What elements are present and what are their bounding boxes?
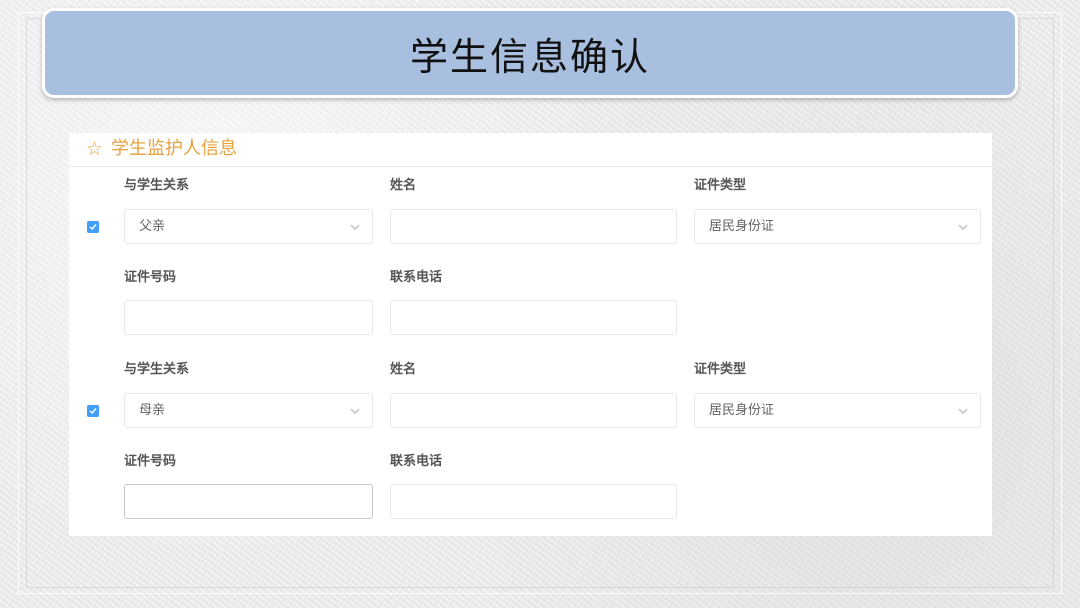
phone-label: 联系电话: [390, 454, 443, 469]
phone-input[interactable]: [390, 300, 677, 335]
chevron-down-icon: [958, 224, 968, 230]
title-banner: 学生信息确认: [42, 8, 1018, 98]
star-outline-icon: ☆: [86, 138, 104, 160]
relation-select-value: 父亲: [139, 219, 166, 234]
guardian-info-panel: ☆ 学生监护人信息 与学生关系 姓名 证件类型 父亲 居民身份证 证件号码 联系…: [69, 133, 992, 536]
id-type-select[interactable]: 居民身份证: [694, 393, 981, 428]
name-label: 姓名: [390, 362, 417, 377]
id-number-input[interactable]: [124, 300, 373, 335]
id-type-select[interactable]: 居民身份证: [694, 209, 981, 244]
phone-input[interactable]: [390, 484, 677, 519]
name-label: 姓名: [390, 178, 417, 193]
name-input[interactable]: [390, 209, 677, 244]
relation-label: 与学生关系: [124, 178, 190, 193]
id-number-input[interactable]: [124, 484, 373, 519]
id-type-select-value: 居民身份证: [709, 403, 775, 418]
name-input[interactable]: [390, 393, 677, 428]
id-number-label: 证件号码: [124, 454, 177, 469]
relation-select[interactable]: 父亲: [124, 209, 373, 244]
relation-select-value: 母亲: [139, 403, 166, 418]
section-header: ☆ 学生监护人信息: [69, 133, 992, 167]
id-number-label: 证件号码: [124, 270, 177, 285]
chevron-down-icon: [350, 224, 360, 230]
id-type-label: 证件类型: [694, 362, 747, 377]
id-type-select-value: 居民身份证: [709, 219, 775, 234]
guardian-1-checkbox[interactable]: [87, 221, 99, 233]
checkmark-icon: [89, 224, 97, 231]
checkmark-icon: [89, 408, 97, 415]
id-type-label: 证件类型: [694, 178, 747, 193]
page-title: 学生信息确认: [409, 34, 650, 79]
chevron-down-icon: [350, 408, 360, 414]
section-title: 学生监护人信息: [111, 138, 237, 159]
relation-label: 与学生关系: [124, 362, 190, 377]
chevron-down-icon: [958, 408, 968, 414]
guardian-2-checkbox[interactable]: [87, 405, 99, 417]
phone-label: 联系电话: [390, 270, 443, 285]
relation-select[interactable]: 母亲: [124, 393, 373, 428]
